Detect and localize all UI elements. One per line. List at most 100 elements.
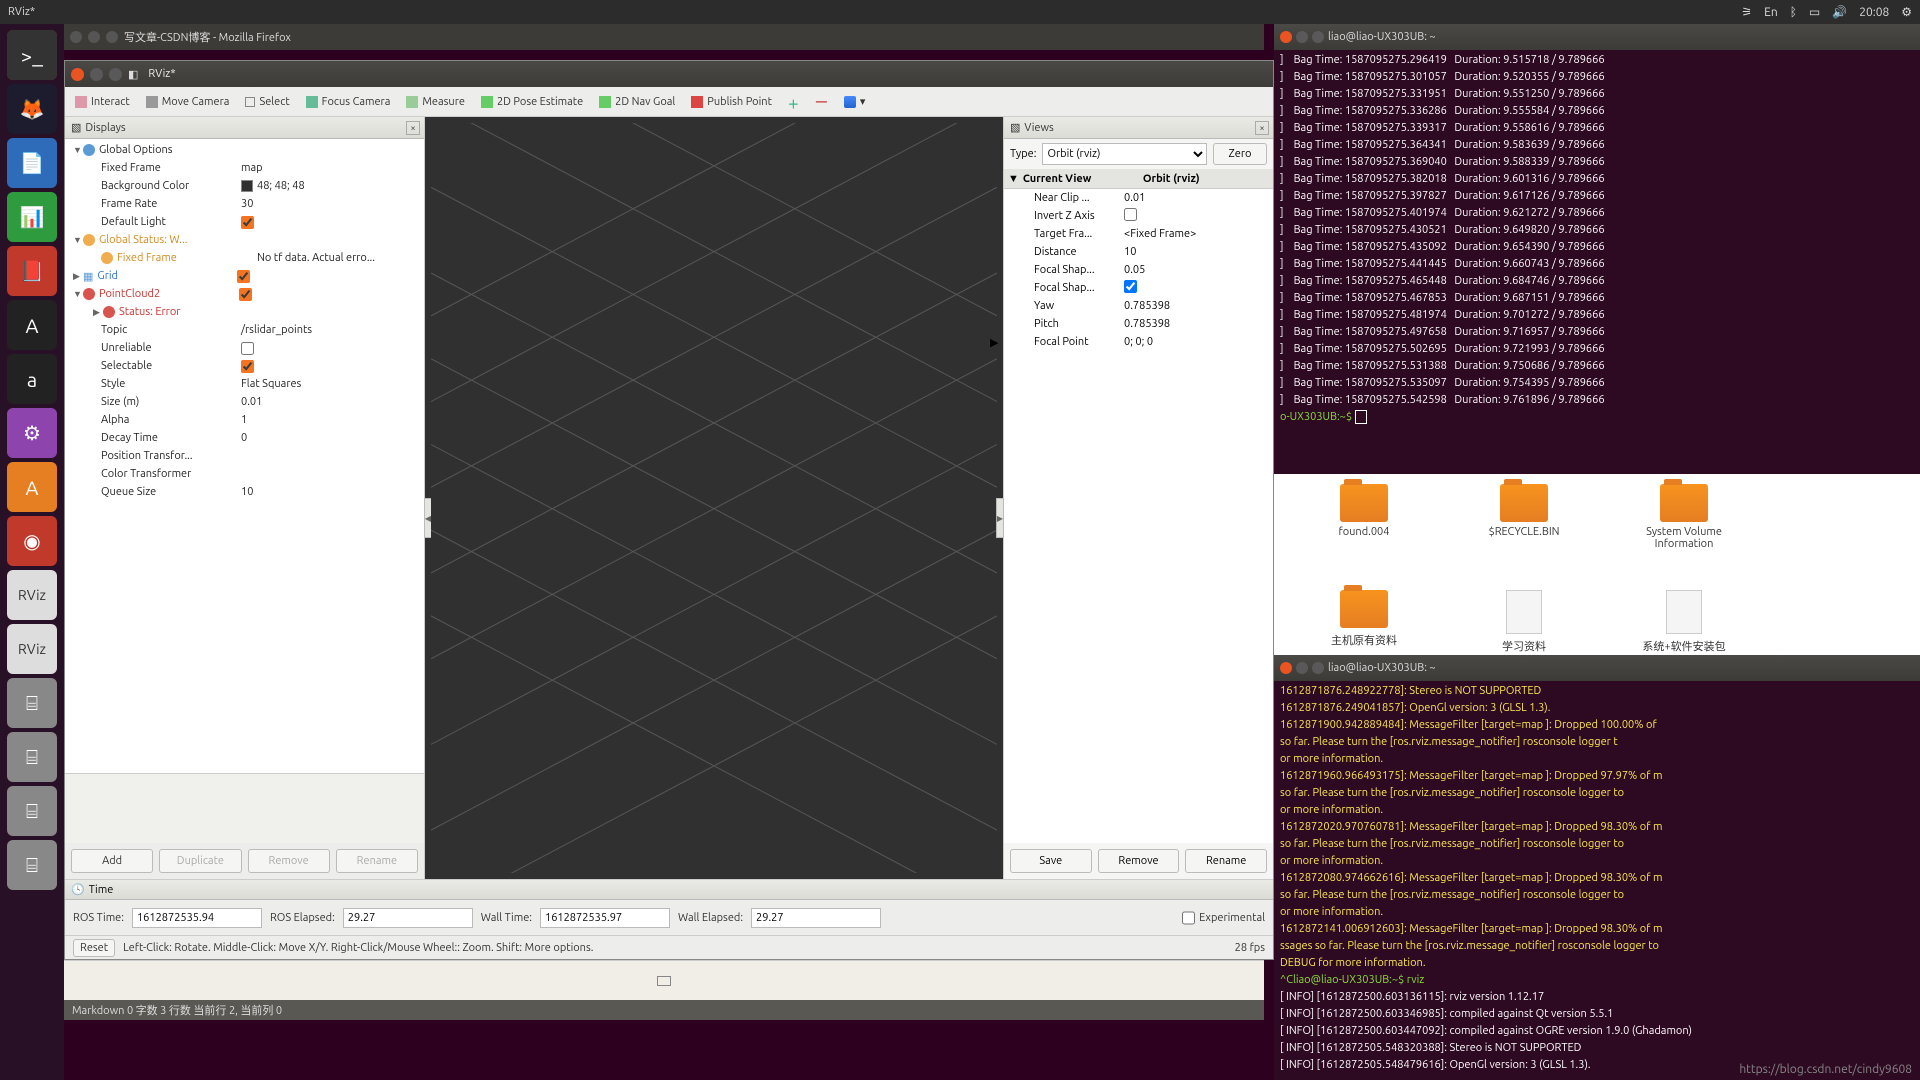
global-status-node[interactable]: ▼Global Status: W... <box>65 231 424 249</box>
distance-row[interactable]: Distance10 <box>1004 243 1273 261</box>
bg-color-row[interactable]: Background Color48; 48; 48 <box>65 177 424 195</box>
pitch-row[interactable]: Pitch0.785398 <box>1004 315 1273 333</box>
bluetooth-icon[interactable]: ᛒ <box>1790 6 1797 19</box>
close-icon[interactable] <box>1280 31 1292 43</box>
min-icon[interactable] <box>88 31 100 43</box>
system-tray[interactable]: ⚞ En ᛒ ▭ 🔊 20:08 ⚙ <box>1741 5 1912 19</box>
view-type-select[interactable]: Orbit (rviz) <box>1042 143 1207 165</box>
folder-install[interactable]: 系统+软件安装包 <box>1624 590 1744 654</box>
close-icon[interactable] <box>71 68 84 81</box>
alpha-row[interactable]: Alpha1 <box>65 411 424 429</box>
views-tree[interactable]: ▼Current ViewOrbit (rviz) Near Clip ...0… <box>1004 169 1273 843</box>
top-menubar[interactable]: RViz* ⚞ En ᛒ ▭ 🔊 20:08 ⚙ <box>0 0 1920 24</box>
ros-elapsed-field[interactable] <box>343 908 473 928</box>
focal-shape-checkbox[interactable] <box>1124 280 1137 293</box>
wall-time-field[interactable] <box>540 908 670 928</box>
experimental-checkbox[interactable] <box>1182 908 1195 928</box>
folder-study[interactable]: 学习资料 <box>1464 590 1584 654</box>
global-options-node[interactable]: ▼Global Options <box>65 141 424 159</box>
terminal-titlebar[interactable]: liao@liao-UX303UB: ~ <box>1274 24 1920 50</box>
topic-row[interactable]: Topic/rslidar_points <box>65 321 424 339</box>
queue-size-row[interactable]: Queue Size10 <box>65 483 424 501</box>
nav-goal-tool[interactable]: 2D Nav Goal <box>599 96 675 108</box>
focal-shape-size-row[interactable]: Focal Shap...0.05 <box>1004 261 1273 279</box>
reader-icon[interactable]: ◉ <box>7 516 57 566</box>
close-icon[interactable] <box>1280 662 1292 674</box>
focal-point-row[interactable]: ▶Focal Point0; 0; 0 <box>1004 333 1273 351</box>
camera-dropdown[interactable]: ▾ <box>844 95 866 108</box>
unreliable-checkbox[interactable] <box>241 342 254 355</box>
drive-icon-4[interactable]: ⌸ <box>7 840 57 890</box>
close-panel-icon[interactable]: × <box>1255 121 1269 135</box>
close-icon[interactable] <box>70 31 82 43</box>
near-clip-row[interactable]: Near Clip ...0.01 <box>1004 189 1273 207</box>
zero-button[interactable]: Zero <box>1213 143 1267 165</box>
minimize-icon[interactable] <box>90 68 103 81</box>
maximize-icon[interactable] <box>1312 31 1324 43</box>
selectable-checkbox[interactable] <box>241 360 254 373</box>
layout-icon[interactable] <box>657 976 671 986</box>
remove-button[interactable]: Remove <box>248 849 330 873</box>
add-button[interactable]: Add <box>71 849 153 873</box>
reset-button[interactable]: Reset <box>73 939 115 957</box>
add-tool[interactable]: ＋ <box>788 96 800 108</box>
drive-icon[interactable]: ⌸ <box>7 678 57 728</box>
updater-icon[interactable]: A <box>7 462 57 512</box>
rename-view-button[interactable]: Rename <box>1185 849 1267 873</box>
software-icon[interactable]: A <box>7 300 57 350</box>
global-status-ff-row[interactable]: Fixed FrameNo tf data. Actual erro... <box>65 249 424 267</box>
minimize-icon[interactable] <box>1296 31 1308 43</box>
folder-svi[interactable]: System Volume Information <box>1624 484 1744 550</box>
rviz-icon[interactable]: RViz <box>7 570 57 620</box>
folder-found004[interactable]: found.004 <box>1304 484 1424 538</box>
terminal-titlebar[interactable]: liao@liao-UX303UB: ~ <box>1274 655 1920 681</box>
target-frame-row[interactable]: Target Fra...<Fixed Frame> <box>1004 225 1273 243</box>
maximize-icon[interactable] <box>109 68 122 81</box>
move-camera-tool[interactable]: Move Camera <box>146 96 230 108</box>
firefox-icon[interactable]: 🦊 <box>7 84 57 134</box>
drive-icon-2[interactable]: ⌸ <box>7 732 57 782</box>
frame-rate-row[interactable]: Frame Rate30 <box>65 195 424 213</box>
pc2-checkbox[interactable] <box>239 288 252 301</box>
pos-transform-row[interactable]: Position Transfor... <box>65 447 424 465</box>
gear-icon[interactable]: ⚙ <box>1901 5 1912 19</box>
invert-z-row[interactable]: Invert Z Axis <box>1004 207 1273 225</box>
pointcloud2-node[interactable]: ▼PointCloud2 <box>65 285 424 303</box>
terminal-icon[interactable]: >_ <box>7 30 57 80</box>
size-row[interactable]: Size (m)0.01 <box>65 393 424 411</box>
color-transform-row[interactable]: Color Transformer <box>65 465 424 483</box>
wall-elapsed-field[interactable] <box>751 908 881 928</box>
unity-launcher[interactable]: ◌ 🦊 📄 📊 📕 A a ⚙ A ◉ >_ RViz RViz ⌸ ⌸ ⌸ ⌸ <box>0 24 64 1080</box>
save-view-button[interactable]: Save <box>1010 849 1092 873</box>
default-light-checkbox[interactable] <box>241 216 254 229</box>
select-tool[interactable]: Select <box>245 96 289 108</box>
volume-icon[interactable]: 🔊 <box>1832 5 1847 19</box>
rviz-icon-2[interactable]: RViz <box>7 624 57 674</box>
minimize-icon[interactable] <box>1296 662 1308 674</box>
measure-tool[interactable]: Measure <box>406 96 465 108</box>
rviz-titlebar[interactable]: ◧ RViz* <box>65 61 1273 87</box>
publish-point-tool[interactable]: Publish Point <box>691 96 772 108</box>
clock[interactable]: 20:08 <box>1859 6 1889 19</box>
file-manager[interactable]: found.004 $RECYCLE.BIN System Volume Inf… <box>1274 474 1920 656</box>
time-panel-header[interactable]: 🕓 Time <box>65 880 1273 900</box>
terminal-rviz[interactable]: liao@liao-UX303UB: ~ 1612871876.24892277… <box>1274 655 1920 1080</box>
displays-header[interactable]: ▧ Displays × <box>65 117 424 139</box>
focus-camera-tool[interactable]: Focus Camera <box>306 96 391 108</box>
ros-time-field[interactable] <box>132 908 262 928</box>
interact-tool[interactable]: Interact <box>75 96 130 108</box>
drive-icon-3[interactable]: ⌸ <box>7 786 57 836</box>
max-icon[interactable] <box>106 31 118 43</box>
views-header[interactable]: ▧ Views × <box>1004 117 1273 139</box>
focal-shape-fixed-row[interactable]: Focal Shap... <box>1004 279 1273 297</box>
calc-icon[interactable]: 📊 <box>7 192 57 242</box>
rviz-3d-viewport[interactable]: ◀ ▶ <box>425 117 1003 879</box>
rename-button[interactable]: Rename <box>336 849 418 873</box>
battery-icon[interactable]: ▭ <box>1809 5 1820 19</box>
fixed-frame-row[interactable]: Fixed Framemap <box>65 159 424 177</box>
pc2-status-row[interactable]: ▶Status: Error <box>65 303 424 321</box>
grid-checkbox[interactable] <box>237 270 250 283</box>
close-panel-icon[interactable]: × <box>406 121 420 135</box>
wifi-icon[interactable]: ⚞ <box>1741 5 1752 19</box>
grid-node[interactable]: ▶▦Grid <box>65 267 424 285</box>
